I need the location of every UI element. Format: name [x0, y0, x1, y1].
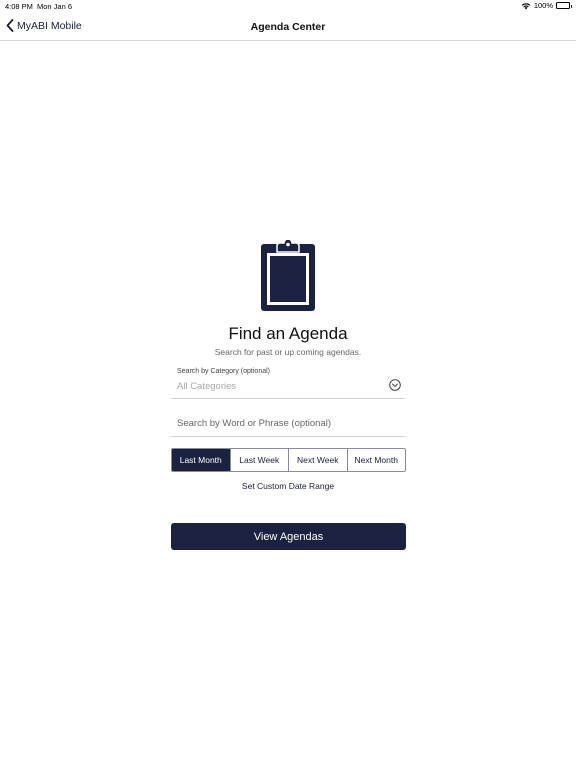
navigation-bar: MyABI Mobile Agenda Center — [0, 13, 576, 41]
status-date: Mon Jan 6 — [37, 2, 73, 11]
wifi-icon — [521, 2, 531, 9]
battery-icon — [556, 2, 572, 9]
status-time: 4:08 PM — [5, 2, 33, 11]
category-caption: Search by Category (optional) — [177, 368, 270, 375]
clipboard-icon — [261, 240, 315, 311]
date-range-next-month[interactable]: Next Month — [346, 449, 405, 471]
status-indicators: 100% — [521, 1, 572, 10]
section-subheading: Search for past or up coming agendas. — [214, 347, 362, 357]
search-input[interactable] — [171, 411, 405, 436]
date-range-selector: Last Month Last Week Next Week Next Mont… — [171, 448, 406, 472]
status-bar: 4:08 PM Mon Jan 6 100% — [0, 0, 576, 12]
date-range-last-month[interactable]: Last Month — [172, 449, 230, 471]
section-heading: Find an Agenda — [228, 324, 348, 343]
view-agendas-button[interactable]: View Agendas — [171, 523, 406, 550]
page-title: Agenda Center — [250, 21, 326, 33]
category-dropdown[interactable]: Search by Category (optional) All Catego… — [171, 364, 405, 399]
search-field — [171, 411, 405, 437]
custom-date-range-link[interactable]: Set Custom Date Range — [0, 481, 576, 491]
date-range-next-week[interactable]: Next Week — [288, 449, 347, 471]
battery-percent: 100% — [533, 1, 553, 10]
category-value: All Categories — [177, 381, 237, 392]
date-range-last-week[interactable]: Last Week — [229, 449, 288, 471]
chevron-down-circle-icon[interactable] — [389, 379, 401, 391]
